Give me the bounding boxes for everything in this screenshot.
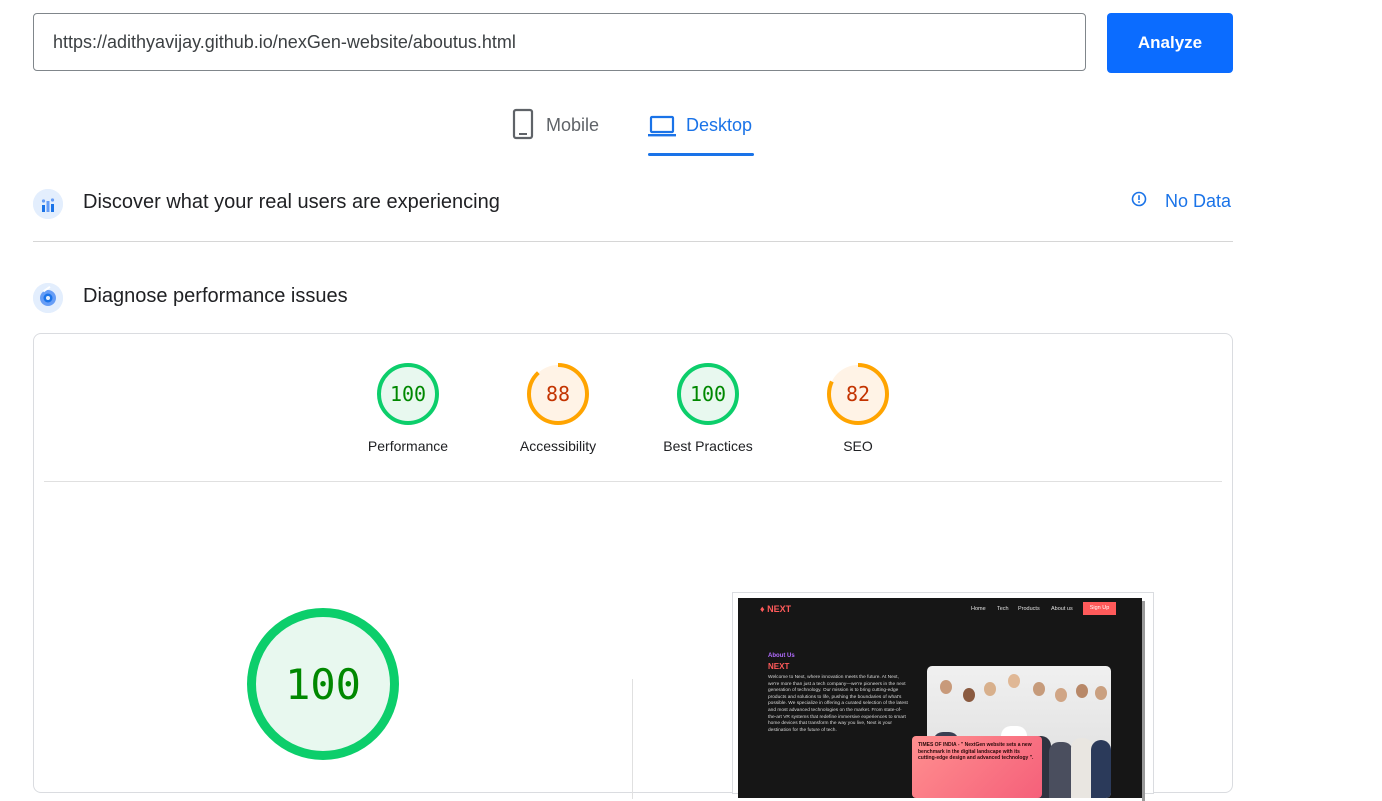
- gauge-divider: [44, 481, 1222, 482]
- preview-logo: ♦ NEXT: [760, 604, 792, 614]
- tab-desktop-label: Desktop: [686, 115, 753, 135]
- preview-body-text: Welcome to Next, where innovation meets …: [768, 675, 908, 733]
- preview-quote-card: TIMES OF INDIA - " NextGen website sets …: [912, 736, 1042, 798]
- tab-mobile[interactable]: Mobile: [512, 108, 599, 156]
- score-gauge-performance[interactable]: 100 Performance: [343, 363, 473, 454]
- score-label: Performance: [367, 438, 449, 454]
- page-preview: ♦ NEXT Home Tech Products About us Sign …: [738, 598, 1142, 798]
- score-gauge-best-practices[interactable]: 100 Best Practices: [643, 363, 773, 454]
- preview-nav-home: Home: [971, 606, 986, 612]
- lab-data-title: Diagnose performance issues: [83, 285, 348, 307]
- analyze-button[interactable]: Analyze: [1107, 13, 1233, 73]
- gauge-score-text: 100: [390, 382, 426, 406]
- preview-nav-tech: Tech: [997, 606, 1009, 612]
- gauge-score-text: 100: [285, 660, 361, 709]
- big-performance-gauge: 100: [247, 608, 399, 760]
- tab-desktop[interactable]: Desktop: [648, 108, 752, 156]
- no-data-link[interactable]: No Data: [1131, 191, 1231, 212]
- preview-brand: NEXT: [768, 662, 790, 671]
- vertical-divider: [632, 679, 633, 799]
- final-screenshot: ♦ NEXT Home Tech Products About us Sign …: [732, 592, 1154, 801]
- score-gauge-accessibility[interactable]: 88 Accessibility: [493, 363, 623, 454]
- active-tab-indicator: [648, 153, 754, 156]
- preview-signup-button: Sign Up: [1083, 602, 1116, 615]
- score-label: Best Practices: [663, 438, 753, 454]
- gauge-score-text: 100: [690, 382, 726, 406]
- tab-mobile-label: Mobile: [546, 115, 600, 135]
- preview-nav-about: About us: [1051, 606, 1073, 612]
- lighthouse-report-card: 100 Performance 88 Accessibility 100 Best P…: [33, 333, 1233, 801]
- gauge-score-text: 82: [846, 382, 870, 406]
- phone-icon: [512, 108, 534, 145]
- url-input[interactable]: [33, 13, 1086, 71]
- field-data-title: Discover what your real users are experi…: [83, 191, 500, 213]
- no-data-label: No Data: [1165, 191, 1232, 211]
- preview-nav-products: Products: [1018, 606, 1040, 612]
- score-label: SEO: [843, 438, 873, 454]
- gauge-score-text: 88: [546, 382, 570, 406]
- score-gauge-seo[interactable]: 82 SEO: [793, 363, 923, 454]
- info-icon: [1131, 191, 1147, 212]
- score-label: Accessibility: [519, 438, 597, 454]
- laptop-icon: [648, 108, 676, 145]
- preview-shadow: [1142, 601, 1145, 801]
- section-divider: [33, 241, 1233, 242]
- crux-icon: [33, 189, 63, 219]
- lighthouse-icon: [33, 283, 63, 313]
- preview-about-heading: About Us: [768, 653, 795, 659]
